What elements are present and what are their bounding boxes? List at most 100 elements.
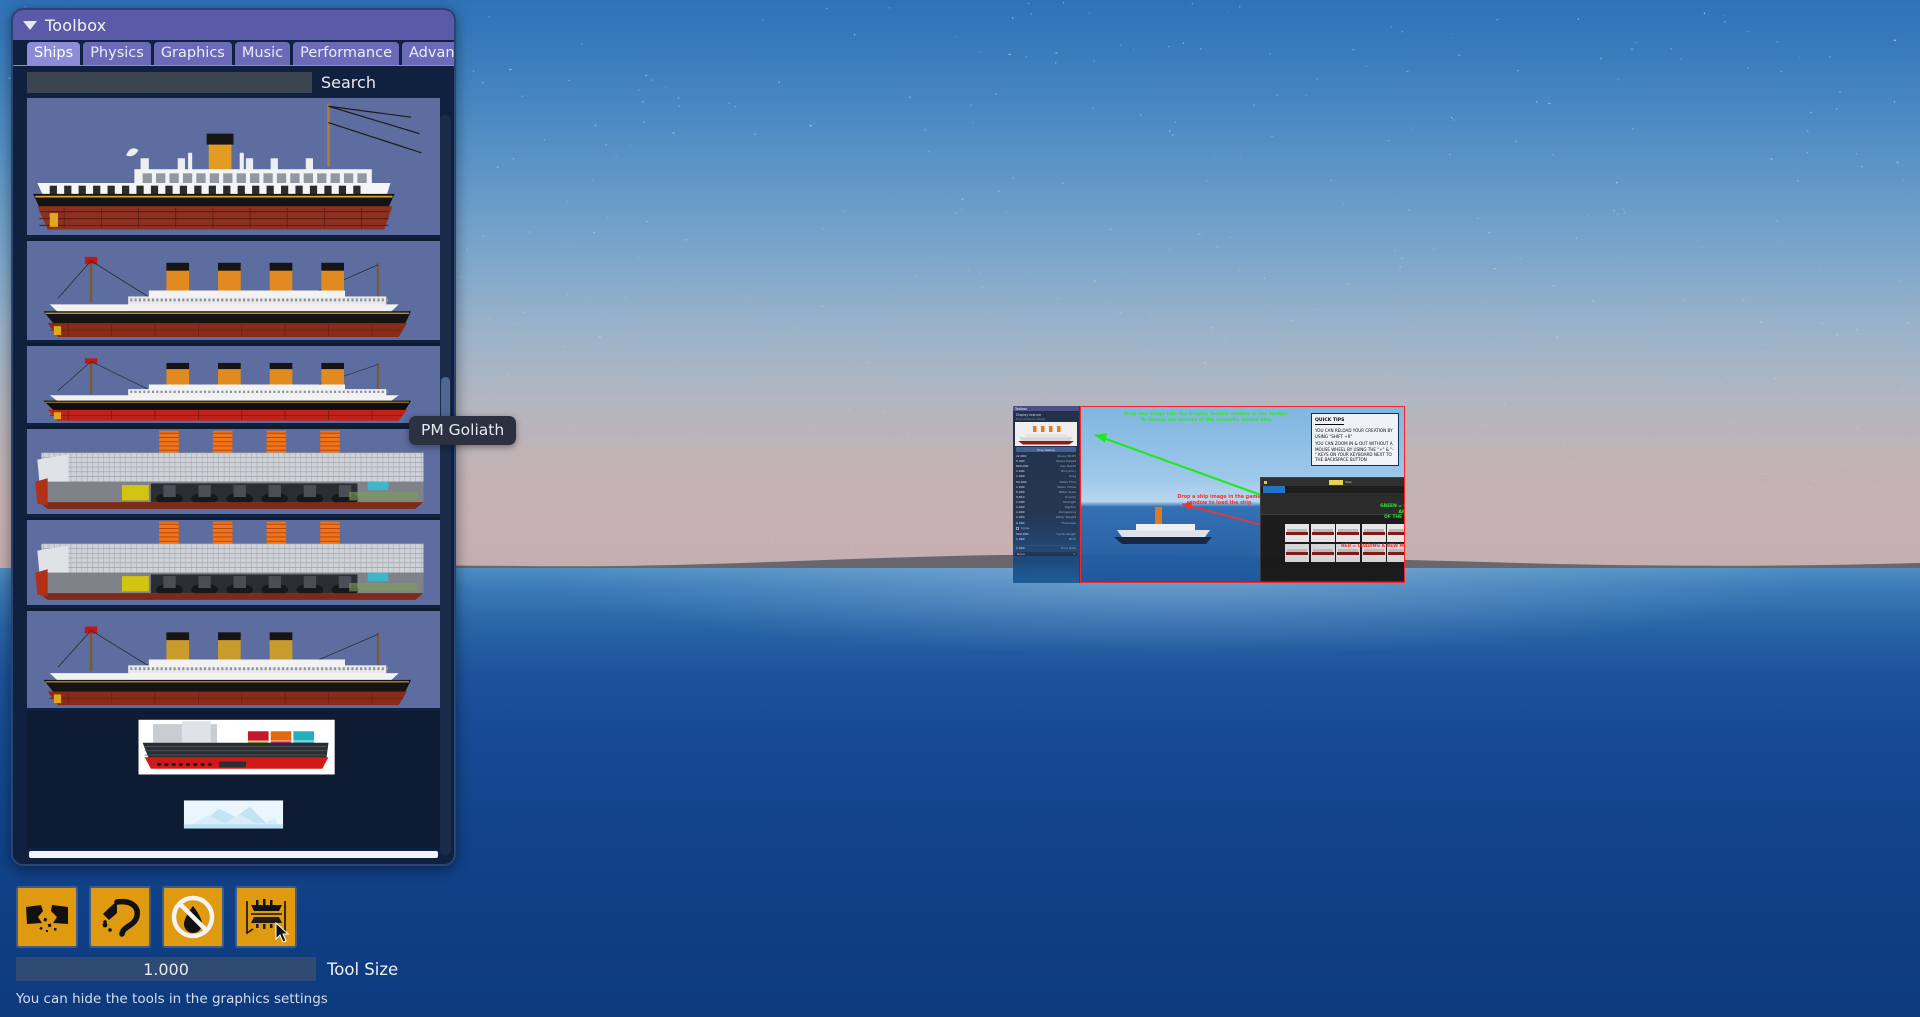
quick-tips-tip1: YOU CAN RELOAD YOUR CREATION BY USING "S… [1315,428,1393,439]
tutorial-setting-label: Gravity [1065,494,1076,499]
tutorial-footer-value: 1.000 [1016,545,1025,550]
search-row[interactable]: Search [13,66,454,98]
tutorial-cycle-checkbox [1016,526,1019,530]
tutorial-cycle-label: Cycle Length [1056,531,1077,536]
no-water-tool-button[interactable] [162,886,224,948]
tool-size-label: Tool Size [327,959,399,979]
no-water-drop-icon [171,895,215,939]
tutorial-footer-label: Time Rate [1060,545,1076,550]
tutorial-ship-preview [1015,421,1077,446]
tutorial-setting-value: 1.000 [1016,510,1025,515]
tutorial-footer-row: 1.000 Time Rate [1015,546,1077,551]
water-hose-tool-button[interactable] [89,886,151,948]
tutorial-red-caption: RED = LOADING A NEW MODEL [1340,544,1404,549]
tutorial-setting-value: 1.000 [1016,500,1025,505]
ship-thumbnail-art [27,714,440,786]
ship-thumbnail-art [27,241,440,340]
ship-list-viewport[interactable] [27,98,440,848]
toolbox-title: Toolbox [45,15,107,35]
tutorial-settings-panel: Toolbox Display texture Drop a texture t… [1013,406,1080,583]
ship-thumbnail-art [27,789,440,841]
explorer-thumbnail [1310,543,1335,562]
explorer-thumbnail [1361,524,1386,542]
triangle-down-icon[interactable] [23,20,37,30]
tutorial-setting-label: Water Flow [1059,479,1076,484]
tutorial-settings-rows: x2.000 Space Width 5.000 Space Height 600.00… [1013,454,1079,526]
tutorial-setting-value: 5.000 [1016,489,1025,494]
tutorial-help-image[interactable]: Toolbox Display texture Drop a texture t… [1013,406,1405,583]
explorer-thumbnail-grid [1285,524,1404,562]
tutorial-green-caption-line1: GREEN = OVERWRITING THE APPEARANCE [1380,504,1405,515]
explorer-thumbnail [1387,524,1404,542]
tutorial-setting-label: Strength [1063,500,1076,505]
ship-thumbnail-art [27,520,440,605]
toolbox-titlebar[interactable]: Toolbox [13,10,454,40]
explorer-tab-label: Ship [1345,480,1352,484]
mouse-cursor-icon [275,922,290,943]
ship-thumbnail-art [27,346,440,423]
tutorial-setting-value: 1.000 [1016,474,1025,479]
tutorial-cycle-label: Cycle [1021,526,1030,531]
break-tool-button[interactable] [16,886,78,948]
tutorial-setting-label: Sea Depth [1060,464,1076,469]
search-input[interactable] [27,72,312,93]
hose-drip-icon [102,898,140,937]
tutorial-footer-row: 1.000 Time Rate [1013,544,1079,551]
ship-list-scrollbar[interactable] [440,115,451,855]
toolbox-panel[interactable]: Toolbox Ships Physics Graphics Music Perform… [11,8,456,866]
ship-thumbnail-gold-funnel-liner[interactable] [27,611,440,711]
tutorial-setting-value: 0.000 [1016,520,1025,525]
tutorial-cycle-value: 1.000 [1016,536,1025,541]
ship-thumbnail-four-funnel-liner[interactable] [27,241,440,343]
folder-icon [1264,480,1267,484]
ship-thumbnail-cutaway-liner-b[interactable] [27,520,440,608]
bottom-toolbar[interactable]: 1.000 Tool Size You can hide the tools i… [16,886,576,1007]
tutorial-setting-label: Space Height [1055,459,1076,464]
tab-physics[interactable]: Physics [83,41,151,65]
tutorial-setting-label: Rigidity [1064,505,1076,510]
tab-advanced[interactable]: Advanced [402,41,454,65]
tab-performance[interactable]: Performance [293,41,400,65]
explorer-thumbnail [1285,524,1309,542]
tutorial-setting-label: Dampening [1058,510,1076,515]
tutorial-cycle-row: 1.000 Pitch [1015,536,1077,541]
explorer-thumbnail [1285,543,1309,562]
tab-ships[interactable]: Ships [27,41,81,65]
ship-thumbnail-steamer-liner-white[interactable] [27,98,440,238]
horizontal-scrollbar[interactable] [29,851,438,858]
tutorial-setting-label: Drag [1068,474,1076,479]
ship-thumbnail-black-hull-liner[interactable] [27,346,440,426]
tutorial-cycle-label: Pitch [1068,536,1076,541]
tutorial-green-caption-line2: OF THE CURRENT MODEL [1384,515,1404,520]
tutorial-file-explorer: Ship ✕ GREEN = OVERWRITING THE APPEARANC… [1260,477,1405,582]
explorer-thumbnail [1310,524,1335,542]
tool-buttons[interactable] [16,886,576,948]
tutorial-cycle-value: 500.000 [1016,531,1029,536]
search-label: Search [321,73,376,92]
tutorial-quick-tips-box: QUICK TIPS YOU CAN RELOAD YOUR CREATION … [1311,413,1399,467]
tutorial-illustration: Drop any image into the Display Texture … [1080,406,1405,583]
ship-thumbnail-art [27,429,440,514]
ship-thumbnail-iceberg[interactable] [27,789,440,841]
tool-size-row[interactable]: 1.000 Tool Size [16,957,576,981]
toolbox-tabstrip[interactable]: Ships Physics Graphics Music Performance Adva… [13,40,454,66]
tool-size-slider[interactable]: 1.000 [16,957,316,981]
explorer-tab-active [1329,479,1343,485]
tab-music[interactable]: Music [234,41,291,65]
ship-thumbnail-art [27,844,440,848]
tutorial-dropdown-value: None [1017,551,1025,556]
ship-thumbnail-art [27,611,440,708]
tutorial-setting-label: Space Width [1057,453,1076,458]
tool-size-value: 1.000 [143,959,189,979]
tab-graphics[interactable]: Graphics [153,41,232,65]
tutorial-setting-value: 5.000 [1016,459,1025,464]
ship-thumbnail-cutaway-liner-a[interactable] [27,429,440,517]
horizontal-scrollbar-row[interactable] [13,848,454,864]
quick-tips-heading: QUICK TIPS [1315,418,1345,425]
ship-thumbnail-container-ship[interactable] [27,714,440,786]
tutorial-setting-label: Buoyancy [1061,469,1076,474]
ship-thumbnail-three-funnel-liner[interactable] [27,844,440,848]
ship-list[interactable] [27,98,440,848]
mirror-ship-tool-button[interactable] [235,886,297,948]
tutorial-setting-value: 1.000 [1016,484,1025,489]
